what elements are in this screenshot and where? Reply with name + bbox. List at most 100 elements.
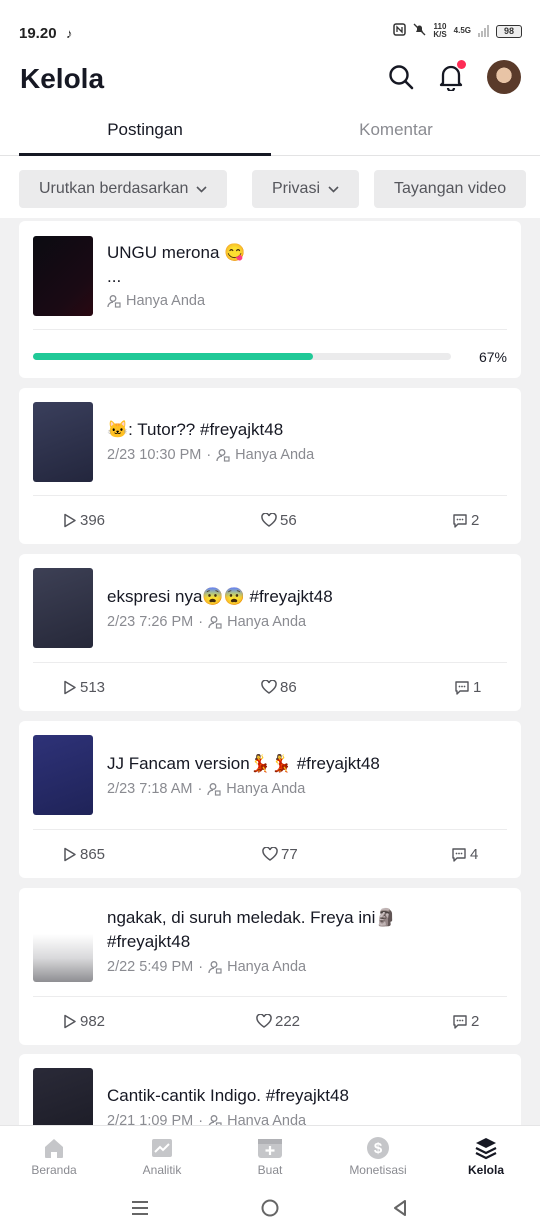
post-stats: 396 56 2 xyxy=(19,496,521,544)
video-views-filter-label: Tayangan video xyxy=(394,180,507,197)
meta-separator: · xyxy=(206,447,212,463)
nav-analitik[interactable]: Analitik xyxy=(108,1126,216,1183)
uploading-post-card[interactable]: UNGU merona 😋 ... Hanya Anda 67% xyxy=(19,221,521,378)
profile-avatar[interactable] xyxy=(487,60,521,94)
post-date: 2/23 7:18 AM xyxy=(107,781,193,797)
comments-stat: 1 xyxy=(454,663,481,711)
comments-stat: 4 xyxy=(451,830,478,878)
upload-progress-bar xyxy=(33,353,451,360)
menu-icon xyxy=(132,1201,148,1215)
post-title-continuation: #freyajkt48 xyxy=(107,932,191,951)
views-count: 513 xyxy=(80,678,106,696)
likes-stat: 56 xyxy=(261,496,297,544)
privacy-filter-chip[interactable]: Privasi xyxy=(252,170,360,208)
post-stats: 865 77 4 xyxy=(19,830,521,878)
comments-count: 2 xyxy=(471,1012,480,1030)
comments-stat: 2 xyxy=(452,997,479,1045)
chart-icon xyxy=(152,1139,172,1157)
nav-buat[interactable]: Buat xyxy=(216,1126,324,1183)
comment-icon xyxy=(453,513,467,528)
post-card[interactable]: Cantik-cantik Indigo. #freyajkt48 2/21 1… xyxy=(19,1054,521,1125)
bottom-navigation: Beranda Analitik Buat $ Monetisasi Kelol… xyxy=(0,1125,540,1182)
post-privacy: Hanya Anda xyxy=(227,614,307,630)
comments-stat: 2 xyxy=(452,496,479,544)
network-type: 4.5G xyxy=(453,26,471,35)
heart-icon xyxy=(261,680,277,694)
comments-count: 2 xyxy=(471,511,480,529)
post-privacy: Hanya Anda xyxy=(227,959,307,975)
tab-postingan[interactable]: Postingan xyxy=(19,104,271,156)
meta-separator: · xyxy=(197,781,203,797)
home-button[interactable] xyxy=(258,1196,282,1220)
create-icon xyxy=(258,1139,282,1158)
views-stat: 396 xyxy=(63,496,105,544)
private-user-icon xyxy=(207,783,221,796)
battery-indicator: 98 xyxy=(496,24,522,38)
post-thumbnail xyxy=(33,735,93,815)
views-stat: 865 xyxy=(63,830,105,878)
post-privacy: Hanya Anda xyxy=(126,293,206,309)
comment-icon xyxy=(453,1014,467,1029)
sort-filter-chip[interactable]: Urutkan berdasarkan xyxy=(19,170,228,208)
post-meta: 2/23 7:18 AM · Hanya Anda xyxy=(107,781,305,797)
dollar-icon: $ xyxy=(367,1137,389,1159)
play-icon xyxy=(64,680,76,694)
post-thumbnail xyxy=(33,402,93,482)
chevron-down-icon xyxy=(196,185,207,193)
post-meta: Hanya Anda xyxy=(107,293,205,309)
posts-feed[interactable]: UNGU merona 😋 ... Hanya Anda 67% 🐱: Tuto… xyxy=(0,218,540,1125)
post-card[interactable]: JJ Fancam version💃💃 #freyajkt48 2/23 7:1… xyxy=(19,721,521,878)
notifications-button[interactable] xyxy=(434,60,468,94)
status-bar: 19.20 ♪ 110 K/S 4.5G 98 xyxy=(0,0,540,60)
post-date: 2/21 1:09 PM xyxy=(107,1113,194,1125)
likes-stat: 222 xyxy=(256,997,300,1045)
post-title: Cantik-cantik Indigo. #freyajkt48 xyxy=(107,1086,349,1105)
network-speed: 110 K/S xyxy=(433,23,446,39)
status-time: 19.20 xyxy=(19,25,57,42)
post-privacy: Hanya Anda xyxy=(226,781,306,797)
comments-count: 4 xyxy=(470,845,479,863)
post-thumbnail xyxy=(33,236,93,316)
comment-icon xyxy=(452,847,466,862)
likes-count: 77 xyxy=(281,845,298,863)
back-triangle-icon xyxy=(394,1200,406,1216)
private-user-icon xyxy=(208,961,222,974)
search-icon xyxy=(389,65,414,90)
post-card[interactable]: ngakak, di suruh meledak. Freya ini🗿 #fr… xyxy=(19,888,521,1045)
upload-progress-fill xyxy=(33,353,314,360)
privacy-filter-label: Privasi xyxy=(272,180,321,197)
post-privacy: Hanya Anda xyxy=(227,1113,307,1125)
views-stat: 513 xyxy=(63,663,105,711)
post-card[interactable]: ekspresi nya😨😨 #freyajkt48 2/23 7:26 PM ·… xyxy=(19,554,521,711)
post-date: 2/22 5:49 PM xyxy=(107,959,194,975)
tiktok-notification-icon: ♪ xyxy=(66,26,73,41)
back-button[interactable] xyxy=(388,1196,412,1220)
post-title-continuation: ... xyxy=(107,267,122,286)
heart-icon xyxy=(261,513,277,527)
meta-separator: · xyxy=(198,1113,204,1125)
app-header: Kelola xyxy=(0,60,540,104)
post-title: UNGU merona 😋 xyxy=(107,243,246,262)
nav-beranda[interactable]: Beranda xyxy=(0,1126,108,1183)
manage-tabs: Postingan Komentar xyxy=(0,104,540,156)
private-user-icon xyxy=(208,616,222,629)
views-count: 865 xyxy=(80,845,106,863)
nav-kelola[interactable]: Kelola xyxy=(432,1126,540,1183)
post-card[interactable]: 🐱: Tutor?? #freyajkt48 2/23 10:30 PM · Ha… xyxy=(19,388,521,544)
chevron-down-icon xyxy=(328,185,339,193)
card-divider xyxy=(33,329,507,330)
nfc-icon xyxy=(393,23,407,39)
post-title: 🐱: Tutor?? #freyajkt48 xyxy=(107,420,284,439)
likes-stat: 86 xyxy=(261,663,297,711)
views-count: 982 xyxy=(80,1012,106,1030)
tab-komentar[interactable]: Komentar xyxy=(270,104,522,156)
post-thumbnail xyxy=(33,568,93,648)
post-meta: 2/22 5:49 PM · Hanya Anda xyxy=(107,959,306,975)
post-meta: 2/23 7:26 PM · Hanya Anda xyxy=(107,614,306,630)
play-icon xyxy=(64,1014,76,1028)
recents-button[interactable] xyxy=(128,1196,152,1220)
search-button[interactable] xyxy=(384,60,418,94)
video-views-filter-chip[interactable]: Tayangan video xyxy=(374,170,527,208)
nav-monetisasi[interactable]: $ Monetisasi xyxy=(324,1126,432,1183)
heart-icon xyxy=(256,1014,272,1028)
